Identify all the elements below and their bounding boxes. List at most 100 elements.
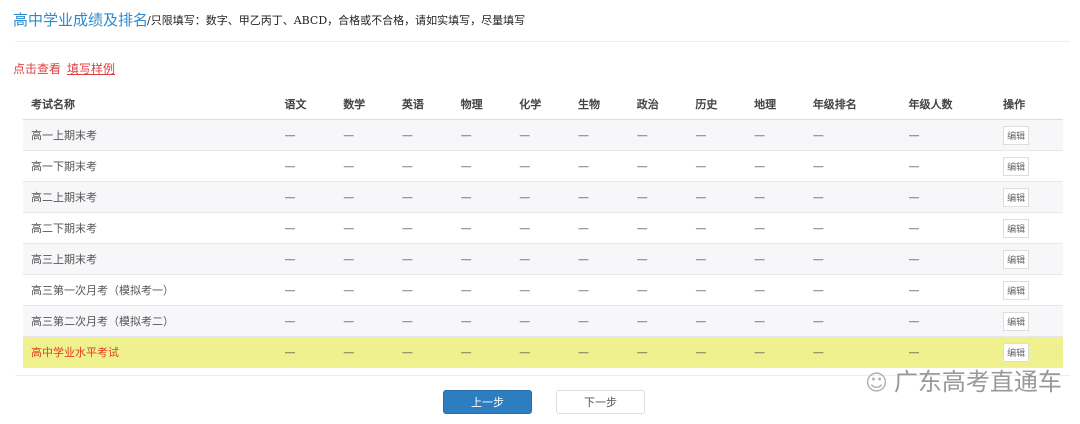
score-cell: —: [811, 212, 908, 244]
score-cell: —: [694, 243, 754, 275]
score-cell: —: [283, 305, 343, 337]
score-cell: —: [283, 150, 343, 182]
score-cell: —: [400, 305, 460, 337]
score-cell: —: [635, 274, 695, 306]
watermark: ☺ 广东高考直通车: [865, 368, 1062, 396]
score-cell: —: [753, 119, 812, 151]
action-cell: 编辑: [1002, 181, 1063, 213]
exam-name: 高一下期末考: [23, 150, 284, 182]
divider: [15, 41, 1070, 42]
exam-name: 高二下期末考: [23, 212, 284, 244]
score-cell: —: [283, 243, 343, 275]
column-header: 化学: [518, 88, 577, 120]
score-cell: —: [400, 150, 460, 182]
edit-button[interactable]: 编辑: [1003, 156, 1030, 176]
score-cell: —: [635, 336, 695, 368]
edit-button[interactable]: 编辑: [1003, 187, 1030, 207]
score-cell: —: [577, 119, 636, 151]
edit-button[interactable]: 编辑: [1003, 280, 1030, 300]
score-cell: —: [753, 150, 812, 182]
score-cell: —: [753, 181, 812, 213]
score-cell: —: [694, 181, 754, 213]
score-cell: —: [518, 181, 577, 213]
score-cell: —: [753, 243, 812, 275]
score-cell: —: [283, 274, 343, 306]
score-cell: —: [577, 181, 636, 213]
column-header: 考试名称: [23, 88, 284, 120]
next-step-button[interactable]: 下一步: [556, 390, 645, 414]
score-cell: —: [694, 150, 754, 182]
score-cell: —: [400, 243, 460, 275]
exam-name: 高三上期末考: [23, 243, 284, 275]
exam-name: 高一上期末考: [23, 119, 284, 151]
exam-name: 高中学业水平考试: [23, 336, 284, 368]
edit-button[interactable]: 编辑: [1003, 218, 1030, 238]
exam-name: 高二上期末考: [23, 181, 284, 213]
score-cell: —: [459, 212, 519, 244]
score-cell: —: [459, 119, 519, 151]
table-header: 考试名称 语文 数学 英语 物理 化学 生物 政治 历史 地理 年级排名 年级人数 操作: [23, 88, 1063, 120]
score-cell: —: [694, 119, 754, 151]
score-cell: —: [342, 336, 401, 368]
score-cell: —: [518, 336, 577, 368]
sample-link[interactable]: 填写样例: [67, 62, 115, 76]
score-cell: —: [907, 119, 1003, 151]
score-cell: —: [577, 212, 636, 244]
score-cell: —: [459, 336, 519, 368]
score-cell: —: [694, 305, 754, 337]
table-row: 高二下期末考 — — — — — — — — — — — 编辑: [23, 212, 1063, 244]
score-cell: —: [342, 305, 401, 337]
score-cell: —: [518, 274, 577, 306]
score-cell: —: [753, 336, 812, 368]
score-cell: —: [907, 212, 1003, 244]
score-cell: —: [635, 212, 695, 244]
score-cell: —: [694, 336, 754, 368]
action-cell: 编辑: [1002, 274, 1063, 306]
sample-hint: 点击查看 填写样例: [13, 60, 115, 77]
edit-button[interactable]: 编辑: [1003, 249, 1030, 269]
score-cell: —: [400, 181, 460, 213]
page-title: 高中学业成绩及排名: [13, 11, 149, 29]
score-cell: —: [342, 212, 401, 244]
score-cell: —: [283, 181, 343, 213]
score-cell: —: [811, 181, 908, 213]
exam-name: 高三第二次月考（模拟考二）: [23, 305, 284, 337]
score-cell: —: [400, 212, 460, 244]
score-cell: —: [518, 243, 577, 275]
column-header: 生物: [577, 88, 636, 120]
column-header: 物理: [459, 88, 519, 120]
score-cell: —: [400, 274, 460, 306]
column-header: 年级排名: [811, 88, 908, 120]
score-cell: —: [518, 119, 577, 151]
exam-name: 高三第一次月考（模拟考一）: [23, 274, 284, 306]
score-cell: —: [283, 336, 343, 368]
table-row: 高二上期末考 — — — — — — — — — — — 编辑: [23, 181, 1063, 213]
score-cell: —: [907, 305, 1003, 337]
score-cell: —: [907, 274, 1003, 306]
score-cell: —: [635, 119, 695, 151]
score-cell: —: [753, 274, 812, 306]
score-cell: —: [635, 305, 695, 337]
score-cell: —: [283, 119, 343, 151]
score-cell: —: [635, 243, 695, 275]
edit-button[interactable]: 编辑: [1003, 342, 1030, 362]
table-row: 高一下期末考 — — — — — — — — — — — 编辑: [23, 150, 1063, 182]
score-cell: —: [694, 274, 754, 306]
score-cell: —: [342, 274, 401, 306]
edit-button[interactable]: 编辑: [1003, 125, 1030, 145]
edit-button[interactable]: 编辑: [1003, 311, 1030, 331]
score-cell: —: [577, 243, 636, 275]
table-row: 高三第二次月考（模拟考二） — — — — — — — — — — — 编辑: [23, 305, 1063, 337]
score-cell: —: [342, 119, 401, 151]
score-cell: —: [753, 212, 812, 244]
action-cell: 编辑: [1002, 305, 1063, 337]
wechat-icon: ☺: [865, 371, 888, 396]
score-cell: —: [753, 305, 812, 337]
action-cell: 编辑: [1002, 150, 1063, 182]
prev-step-button[interactable]: 上一步: [443, 390, 532, 414]
score-cell: —: [342, 150, 401, 182]
score-cell: —: [459, 305, 519, 337]
action-cell: 编辑: [1002, 119, 1063, 151]
column-header: 年级人数: [907, 88, 1003, 120]
score-cell: —: [811, 243, 908, 275]
